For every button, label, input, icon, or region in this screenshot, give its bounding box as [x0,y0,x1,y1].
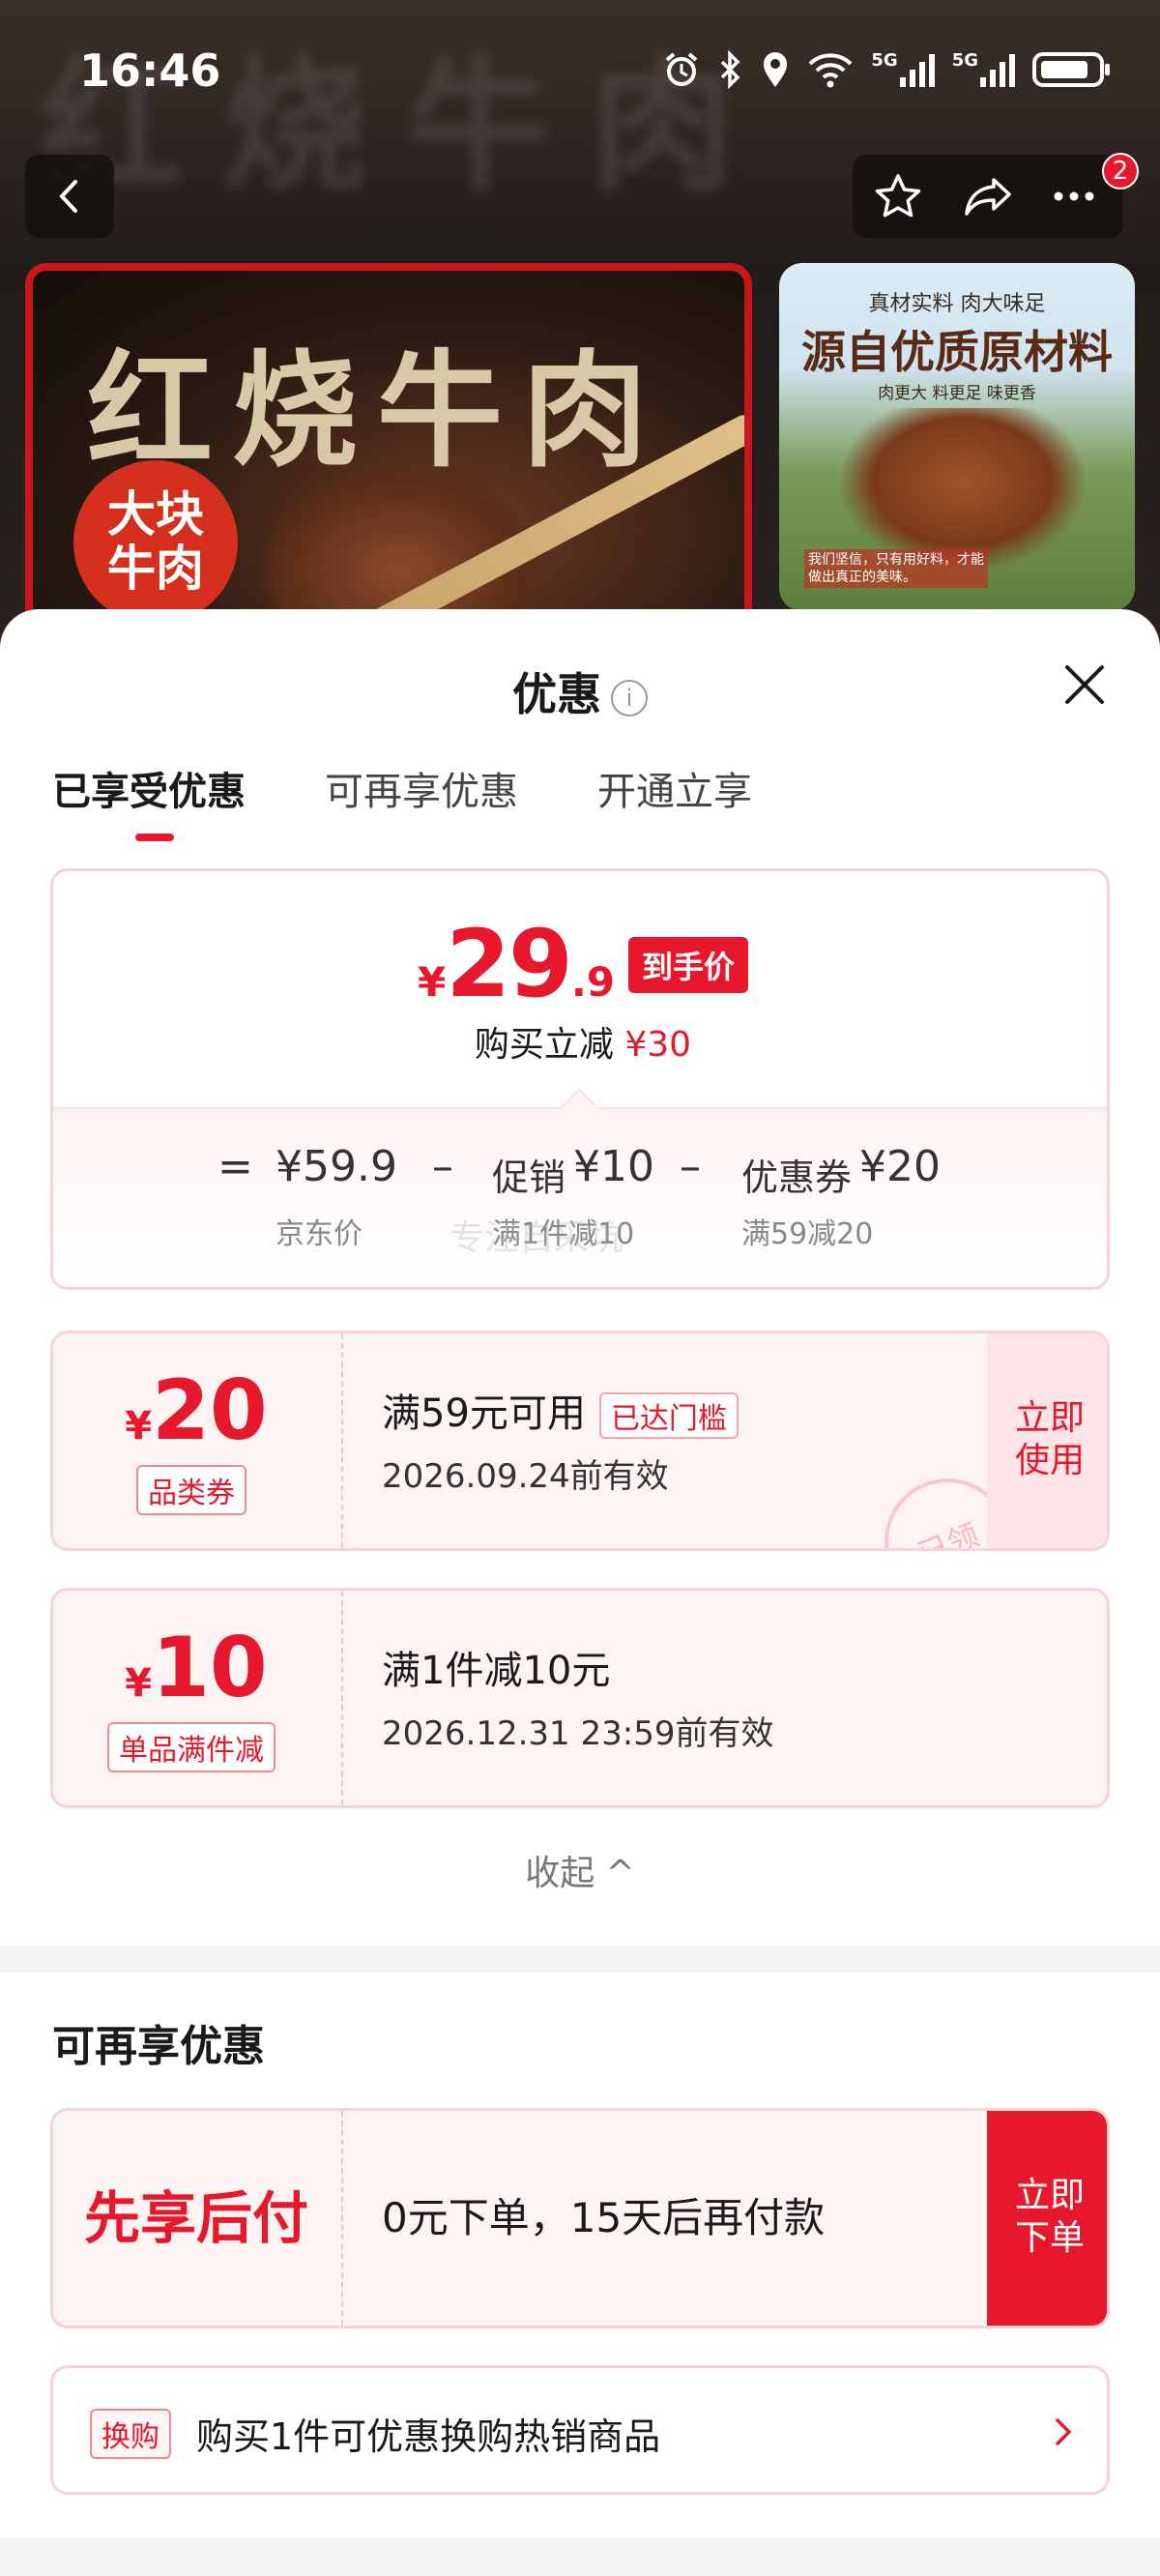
swap-desc: 购买1件可优惠换购热销商品 [196,2415,661,2458]
jd-price: ¥59.9 [276,1142,397,1191]
top-action-bar [853,155,1123,238]
item-discount-card: ¥10 单品满件减 满1件减10元 2026.12.31 23:59前有效 [50,1588,1110,1808]
discount-type-badge: 单品满件减 [107,1722,276,1772]
cattle-image [837,408,1088,572]
sheet-title-row: 优惠 i [0,659,1160,723]
location-icon [764,52,788,87]
coupon-currency: ¥ [125,1404,153,1449]
banner-seal: 大块牛肉 [73,460,238,625]
network-label-2: 5G [951,50,978,71]
discount-currency: ¥ [125,1661,153,1706]
equals-sign: = [218,1142,253,1191]
discount-condition: 满1件减10元 [382,1649,611,1693]
banner-note: 我们坚信，只有用好料，才能做出真正的美味。 [804,549,988,588]
alarm-icon [666,52,698,86]
final-price-tag: 到手价 [628,937,749,993]
coupon-condition: 满59元可用 [382,1391,586,1436]
status-bar: 16:46 5G 5G [0,0,1160,135]
coupon-condition-row: 满59元可用 已达门槛 [382,1382,739,1439]
status-time: 16:46 [79,44,221,97]
tab-activate[interactable]: 开通立享 [597,760,752,818]
breakdown-area [53,1107,1107,1287]
bottom-gap [0,2537,1160,2576]
pay-later-card: 先享后付 0元下单，15天后再付款 立即下单 [50,2108,1110,2328]
chevron-right-icon [1056,2418,1072,2445]
use-now-button[interactable]: 立即使用 [987,1333,1107,1548]
saving-value: ¥30 [624,1025,692,1065]
coupon-expiry: 2026.09.24前有效 [382,1457,669,1496]
favorite-star-icon[interactable] [866,164,930,228]
minus-sign-2: – [680,1142,701,1191]
minus-sign-1: – [432,1142,453,1191]
product-banner-main[interactable]: 红烧牛肉 大块牛肉 [25,263,752,650]
saving-line: 购买立减 ¥30 [53,1016,1107,1067]
pay-later-divider [341,2111,343,2326]
banner-headline: 源自优质原材料 [801,326,1113,378]
status-icons: 5G 5G [662,46,1112,93]
share-icon[interactable] [957,164,1021,228]
signal-1-icon: 5G [871,50,935,89]
back-button[interactable] [25,155,114,238]
chevron-left-icon [59,180,77,213]
tab-more-available[interactable]: 可再享优惠 [325,760,518,818]
collapse-button[interactable]: 收起 ^ [0,1845,1160,1895]
watermark: 专注自采坑 [450,1218,624,1258]
final-price-card: ¥29.9 到手价 购买立减 ¥30 = ¥59.9 – 促销 ¥10 – 优惠券… [50,868,1110,1290]
tab-enjoyed[interactable]: 已享受优惠 [52,760,246,841]
product-banner-side[interactable]: 真材实料 肉大味足 源自优质原材料 肉更大 料更足 味更香 我们坚信，只有用好料… [779,263,1135,611]
order-now-button[interactable]: 立即下单 [987,2111,1107,2326]
saving-prefix: 购买立减 [474,1025,614,1065]
coupon-label: 优惠券 [741,1156,853,1199]
coupon-amount: ¥20 [53,1362,339,1459]
close-icon[interactable] [1059,659,1110,710]
banner-features: 肉更大 料更足 味更香 [878,384,1036,403]
final-price: ¥29.9 到手价 [53,910,1107,1018]
more-discounts-title: 可再享优惠 [52,2022,265,2071]
section-gap [0,1946,1160,1973]
threshold-reached-badge: 已达门槛 [598,1392,739,1439]
wifi-icon [808,53,853,88]
coupon-value: ¥20 [859,1142,941,1191]
bluetooth-icon [721,50,740,89]
signal-2-icon: 5G [952,50,1015,89]
coupon-desc: 满59减20 [741,1217,874,1251]
discount-amount: ¥10 [53,1620,339,1716]
info-icon[interactable]: i [611,679,648,717]
discount-divider [341,1591,343,1805]
sheet-title: 优惠 [512,668,601,720]
discount-sheet: 优惠 i 已享受优惠 可再享优惠 开通立享 ¥29.9 到手价 购买立减 ¥30 =… [0,609,1160,2576]
price-currency: ¥ [417,958,447,1006]
cart-badge: 2 [1102,153,1139,190]
pay-later-desc: 0元下单，15天后再付款 [382,2194,826,2241]
banner-slogan: 真材实料 肉大味足 [868,292,1046,316]
coupon-type-badge: 品类券 [136,1465,246,1515]
category-coupon-card: ¥20 品类券 满59元可用 已达门槛 2026.09.24前有效 已领 立即使用 [50,1331,1110,1551]
swap-offer-row[interactable]: 换购 购买1件可优惠换购热销商品 [50,2365,1110,2495]
swap-tag: 换购 [90,2409,171,2459]
jd-price-label: 京东价 [276,1217,362,1251]
battery-icon [1032,52,1110,87]
price-decimal: .9 [570,958,615,1006]
promo-label: 促销 [492,1156,566,1199]
coupon-number: 20 [152,1362,268,1459]
discount-tabs: 已享受优惠 可再享优惠 开通立享 [52,760,831,841]
network-label-1: 5G [871,50,898,71]
coupon-divider [341,1333,343,1548]
price-integer: 29 [446,910,573,1018]
discount-expiry: 2026.12.31 23:59前有效 [382,1714,774,1753]
discount-number: 10 [152,1620,268,1716]
pay-later-label: 先享后付 [83,2185,308,2251]
more-icon[interactable] [1042,164,1106,228]
promo-value: ¥10 [573,1142,654,1191]
